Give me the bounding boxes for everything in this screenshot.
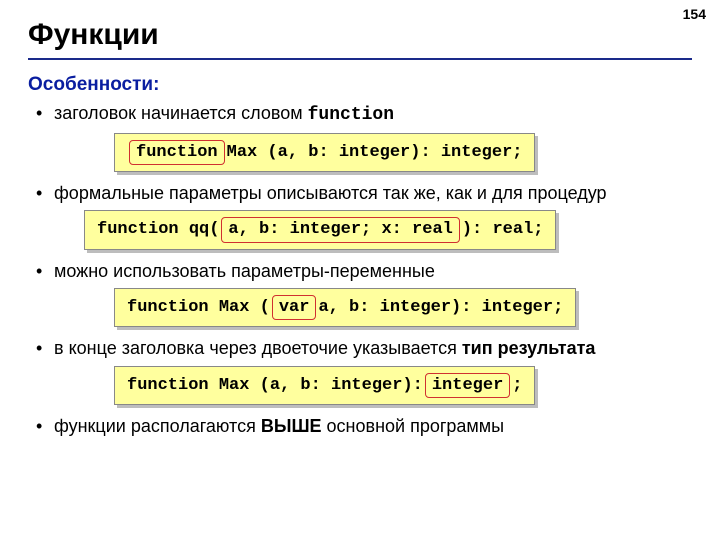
code-text: function Max ( — [127, 297, 270, 318]
code-block: function Max (a, b: integer): integer ; — [114, 366, 535, 405]
bullet-item: функции располагаются ВЫШЕ основной прог… — [28, 415, 692, 438]
code-text: ): real; — [462, 219, 544, 240]
code-block: function Max ( var a, b: integer): integ… — [114, 288, 576, 327]
bullet-text: в конце заголовка через двоеточие указыв… — [54, 338, 462, 358]
code-text: Max (a, b: integer): integer; — [227, 142, 523, 163]
bullet-text: формальные параметры описываются так же,… — [54, 183, 607, 203]
title-rule — [28, 58, 692, 60]
bullet-text: можно использовать параметры-переменные — [54, 261, 435, 281]
highlight-box: var — [272, 295, 317, 320]
highlight-box: integer — [425, 373, 510, 398]
bullet-item: в конце заголовка через двоеточие указыв… — [28, 337, 692, 405]
code-text: function Max (a, b: integer): — [127, 375, 423, 396]
bold-text: тип результата — [462, 338, 596, 358]
code-text: a, b: integer): integer; — [318, 297, 563, 318]
page-title: Функции — [28, 18, 692, 52]
subheading: Особенности: — [28, 74, 692, 96]
bullet-item: можно использовать параметры-переменные … — [28, 260, 692, 328]
bullet-item: заголовок начинается словом function fun… — [28, 102, 692, 172]
highlight-box: function — [129, 140, 225, 165]
bold-text: ВЫШЕ — [261, 416, 322, 436]
highlight-box: a, b: integer; x: real — [221, 217, 459, 242]
bullet-text: функции располагаются — [54, 416, 261, 436]
bullet-list: заголовок начинается словом function fun… — [28, 102, 692, 438]
bullet-text: основной программы — [322, 416, 505, 436]
code-text: function qq( — [97, 219, 219, 240]
bullet-item: формальные параметры описываются так же,… — [28, 182, 692, 250]
page-number: 154 — [683, 6, 706, 22]
inline-code: function — [308, 105, 394, 125]
code-block: function Max (a, b: integer): integer; — [114, 133, 535, 172]
code-block: function qq( a, b: integer; x: real ): r… — [84, 210, 556, 249]
code-text: ; — [512, 375, 522, 396]
bullet-text: заголовок начинается словом — [54, 103, 308, 123]
